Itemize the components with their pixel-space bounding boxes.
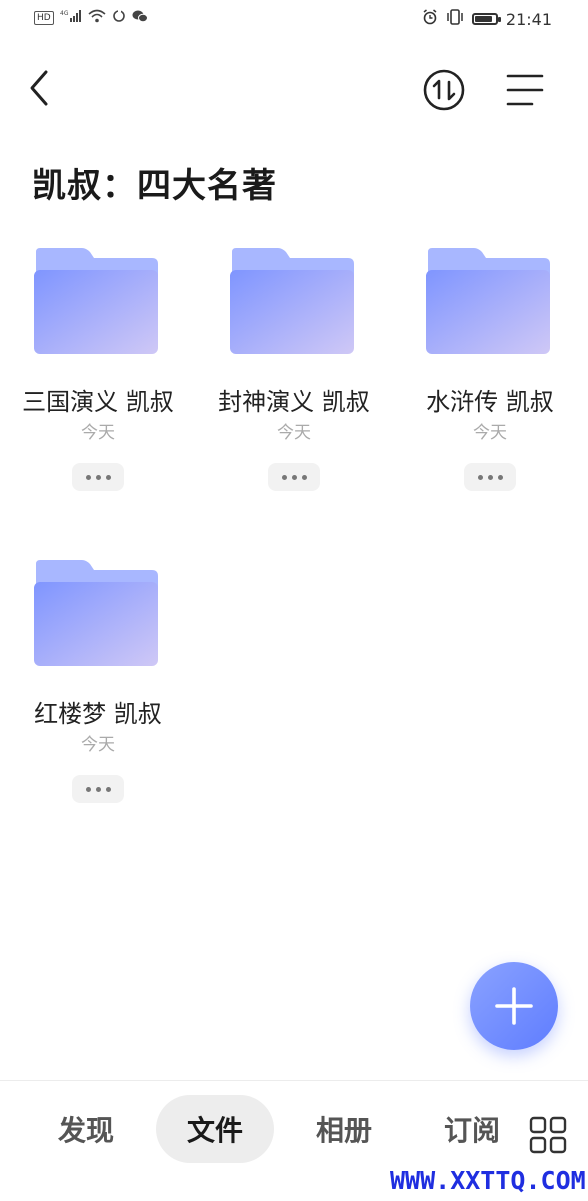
- folder-item[interactable]: 红楼梦 凯叔 今天: [0, 560, 196, 820]
- folder-date: 今天: [277, 423, 311, 443]
- folder-icon[interactable]: [30, 560, 162, 670]
- folder-name: 封神演义 凯叔: [218, 388, 370, 416]
- folder-date: 今天: [81, 735, 115, 755]
- list-menu-icon: [506, 74, 544, 106]
- dot-icon: [477, 474, 483, 480]
- folder-icon[interactable]: [422, 248, 554, 358]
- folder-name: 红楼梦 凯叔: [34, 700, 162, 728]
- more-options-button[interactable]: [72, 463, 124, 491]
- status-right-icons: 21:41: [422, 9, 552, 29]
- dot-icon: [301, 474, 307, 480]
- tab-subscriptions[interactable]: 订阅: [422, 1095, 522, 1163]
- folder-item[interactable]: 水浒传 凯叔 今天: [392, 248, 588, 508]
- more-options-button[interactable]: [72, 775, 124, 803]
- folder-item[interactable]: 封神演义 凯叔 今天: [196, 248, 392, 508]
- folder-icon[interactable]: [226, 248, 358, 358]
- dot-icon: [85, 786, 91, 792]
- more-options-button[interactable]: [268, 463, 320, 491]
- tab-albums[interactable]: 相册: [294, 1095, 394, 1163]
- hd-icon: HD: [34, 11, 54, 25]
- dot-icon: [105, 786, 111, 792]
- folder-item[interactable]: 三国演义 凯叔 今天: [0, 248, 196, 508]
- wechat-icon: [132, 9, 148, 27]
- dot-icon: [281, 474, 287, 480]
- watermark: WWW.XXTTQ.COM: [390, 1166, 586, 1195]
- grid-icon: [529, 1116, 567, 1154]
- dot-icon: [497, 474, 503, 480]
- sync-icon: [112, 9, 126, 27]
- folder-name: 水浒传 凯叔: [426, 388, 554, 416]
- dot-icon: [95, 474, 101, 480]
- back-button[interactable]: [22, 68, 58, 108]
- more-options-button[interactable]: [464, 463, 516, 491]
- chevron-left-icon: [30, 70, 48, 106]
- dot-icon: [95, 786, 101, 792]
- add-button[interactable]: [470, 962, 558, 1050]
- page-title: 凯叔：四大名著: [32, 166, 277, 206]
- status-left-icons: HD 4G: [34, 9, 148, 27]
- tab-files[interactable]: 文件: [156, 1095, 274, 1163]
- sort-button[interactable]: [422, 68, 466, 112]
- tab-discover[interactable]: 发现: [36, 1095, 136, 1163]
- battery-icon: [471, 13, 501, 25]
- list-menu-button[interactable]: [504, 70, 548, 110]
- cellular-signal-icon: 4G: [60, 9, 82, 27]
- swap-vertical-circle-icon: [423, 69, 465, 111]
- dot-icon: [85, 474, 91, 480]
- grid-view-button[interactable]: [528, 1115, 568, 1155]
- plus-icon: [495, 987, 533, 1025]
- alarm-icon: [422, 9, 438, 29]
- wifi-icon: [88, 9, 106, 27]
- folder-date: 今天: [81, 423, 115, 443]
- folder-icon[interactable]: [30, 248, 162, 358]
- dot-icon: [487, 474, 493, 480]
- vibrate-icon: [446, 9, 464, 29]
- folder-date: 今天: [473, 423, 507, 443]
- top-bar: [0, 50, 588, 126]
- svg-text:4G: 4G: [60, 10, 69, 17]
- status-bar: HD 4G 21:41: [0, 0, 588, 38]
- dot-icon: [291, 474, 297, 480]
- folder-name: 三国演义 凯叔: [22, 388, 174, 416]
- status-time: 21:41: [505, 9, 552, 29]
- dot-icon: [105, 474, 111, 480]
- battery-level: [474, 16, 492, 22]
